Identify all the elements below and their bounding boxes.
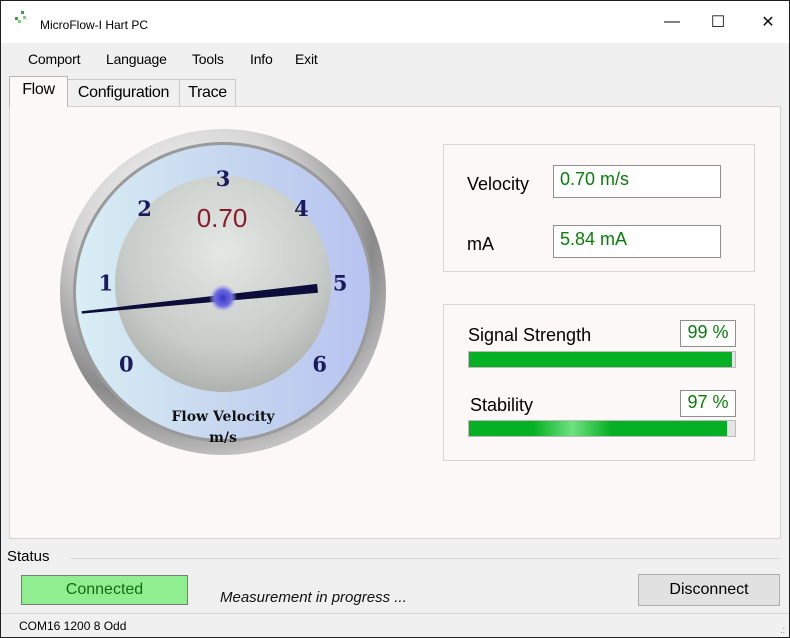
menu-tools[interactable]: Tools [192, 51, 224, 67]
gauge-tick-label: 1 [98, 270, 113, 295]
measurement-status-text: Measurement in progress ... [220, 589, 407, 606]
resize-grip-icon[interactable]: .: [780, 625, 785, 635]
menu-comport[interactable]: Comport [28, 51, 80, 67]
disconnect-button[interactable]: Disconnect [638, 574, 780, 606]
signal-strength-bar-fill [469, 352, 733, 367]
signal-strength-value: 99 % [680, 320, 736, 347]
gauge-digital-readout: 0.70 [197, 203, 248, 233]
gauge-caption-unit: m/s [209, 430, 237, 446]
menu-bar: Comport Language Tools Info Exit [1, 43, 789, 76]
status-group-title: Status [7, 548, 54, 565]
close-button[interactable]: ✕ [745, 1, 789, 43]
tab-trace[interactable]: Trace [179, 79, 236, 106]
maximize-button[interactable]: ☐ [695, 1, 741, 43]
minimize-button[interactable]: — [649, 1, 695, 43]
signal-strength-bar [468, 351, 736, 368]
flow-velocity-gauge: 0 1 2 3 4 5 6 0.70 Flow Velocity m/s [60, 129, 386, 455]
readings-panel: Velocity 0.70 m/s mA 5.84 mA [443, 144, 755, 272]
maximize-icon: ☐ [710, 14, 726, 31]
tab-flow[interactable]: Flow [9, 76, 68, 107]
app-window: MicroFlow-I Hart PC — ☐ ✕ Comport Langua… [0, 0, 790, 638]
velocity-field: 0.70 m/s [553, 165, 721, 198]
connection-status-badge: Connected [21, 575, 188, 605]
gauge-hub [209, 284, 237, 312]
tab-trace-label: Trace [188, 84, 227, 101]
tab-strip: Flow Configuration Trace [1, 76, 789, 107]
gauge-tick-label: 6 [312, 352, 327, 377]
signal-strength-label: Signal Strength [468, 325, 592, 345]
tab-configuration[interactable]: Configuration [67, 79, 180, 106]
port-settings-text: COM16 1200 8 Odd [19, 619, 127, 633]
menu-info[interactable]: Info [250, 51, 273, 67]
stability-bar-fill [469, 421, 728, 436]
stability-label: Stability [470, 395, 534, 415]
stability-bar [468, 420, 736, 437]
signal-quality-panel: Signal Strength 99 % Stability 97 % [443, 304, 755, 461]
tab-flow-label: Flow [22, 81, 55, 98]
gauge-tick-label: 0 [119, 352, 134, 377]
window-title: MicroFlow-I Hart PC [40, 18, 149, 32]
title-bar: MicroFlow-I Hart PC — ☐ ✕ [1, 1, 789, 43]
gauge-tick-label: 3 [216, 166, 231, 191]
velocity-label: Velocity [467, 174, 530, 194]
gauge-tick-label: 2 [137, 196, 152, 221]
ma-field: 5.84 mA [553, 225, 721, 258]
close-icon: ✕ [761, 14, 775, 31]
stability-value: 97 % [680, 390, 736, 417]
menu-language[interactable]: Language [106, 51, 167, 67]
menu-exit[interactable]: Exit [295, 51, 318, 67]
gauge-caption-title: Flow Velocity [171, 409, 275, 425]
minimize-icon: — [664, 13, 680, 30]
tab-configuration-label: Configuration [77, 84, 170, 101]
status-bar: COM16 1200 8 Odd .: [1, 613, 789, 637]
status-group-divider [71, 558, 781, 559]
gauge-tick-label: 5 [333, 270, 348, 295]
app-logo-icon [15, 11, 29, 23]
ma-label: mA [467, 234, 494, 254]
gauge-tick-label: 4 [294, 196, 309, 221]
